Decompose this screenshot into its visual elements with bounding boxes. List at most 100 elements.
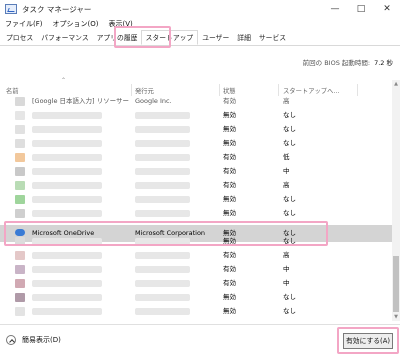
row-impact: なし <box>283 139 296 147</box>
startup-row[interactable]: 有効 低 <box>0 151 392 164</box>
task-manager-icon <box>5 4 17 14</box>
startup-row[interactable]: 有効 中 <box>0 277 392 290</box>
row-impact: 高 <box>283 97 290 105</box>
redacted-text <box>32 294 102 301</box>
startup-row[interactable]: [Google 日本語入力] リソーサー Google Inc. 有効 高 <box>0 95 392 108</box>
row-status: 無効 <box>223 293 236 301</box>
startup-row[interactable]: 有効 高 <box>0 179 392 192</box>
redacted-text <box>135 280 190 287</box>
redacted-text <box>135 210 190 217</box>
onedrive-row-highlight <box>4 221 328 246</box>
column-status[interactable]: 状態 <box>223 86 236 95</box>
row-name: [Google 日本語入力] リソーサー <box>32 97 129 105</box>
minimize-icon[interactable]: — <box>322 0 348 18</box>
redacted-text <box>32 168 102 175</box>
row-impact: なし <box>283 111 296 119</box>
row-status: 有効 <box>223 181 236 189</box>
redacted-text <box>135 308 190 315</box>
row-status: 無効 <box>223 111 236 119</box>
startup-row[interactable]: 無効 なし <box>0 193 392 206</box>
redacted-text <box>32 182 102 189</box>
column-name[interactable]: 名前 <box>6 86 19 95</box>
startup-tab-highlight <box>114 26 171 48</box>
row-status: 無効 <box>223 195 236 203</box>
redacted-text <box>135 112 190 119</box>
enable-button-highlight <box>337 327 399 354</box>
redacted-text <box>32 126 102 133</box>
app-icon <box>15 307 25 316</box>
redacted-text <box>32 112 102 119</box>
sort-ascending-icon: ⌃ <box>61 77 67 84</box>
row-status: 有効 <box>223 167 236 175</box>
startup-row[interactable]: 無効 なし <box>0 305 392 318</box>
row-impact: なし <box>283 307 296 315</box>
redacted-text <box>32 154 102 161</box>
row-status: 無効 <box>223 139 236 147</box>
app-icon <box>15 293 25 302</box>
startup-row[interactable]: 無効 なし <box>0 207 392 220</box>
row-status: 無効 <box>223 125 236 133</box>
row-status: 有効 <box>223 265 236 273</box>
row-impact: 高 <box>283 181 290 189</box>
app-icon <box>15 195 25 204</box>
row-impact: 低 <box>283 153 290 161</box>
row-impact: 中 <box>283 167 290 175</box>
column-startup-impact[interactable]: スタートアップへ... <box>283 86 339 95</box>
startup-row[interactable]: 有効 中 <box>0 263 392 276</box>
redacted-text <box>32 266 102 273</box>
vertical-scrollbar[interactable]: ▲ ▼ <box>392 80 400 321</box>
row-impact: なし <box>283 125 296 133</box>
app-icon <box>15 209 25 218</box>
app-icon <box>15 279 25 288</box>
row-publisher: Google Inc. <box>135 97 172 105</box>
row-status: 有効 <box>223 153 236 161</box>
app-icon <box>15 139 25 148</box>
row-impact: 高 <box>283 251 290 259</box>
window-controls: — □ ✕ <box>322 0 400 18</box>
startup-row[interactable]: 有効 高 <box>0 249 392 262</box>
redacted-text <box>32 252 102 259</box>
row-status: 無効 <box>223 209 236 217</box>
row-impact: 中 <box>283 265 290 273</box>
startup-row[interactable]: 無効 なし <box>0 123 392 136</box>
close-icon[interactable]: ✕ <box>374 0 400 18</box>
row-impact: なし <box>283 293 296 301</box>
app-icon <box>15 97 25 106</box>
title-bar: タスク マネージャー — □ ✕ <box>0 0 400 18</box>
tab-services[interactable]: サービス <box>255 32 290 45</box>
menu-file[interactable]: ファイル(F) <box>0 18 48 30</box>
tab-bar: プロセス パフォーマンス アプリの履歴 スタートアップ ユーザー 詳細 サービス <box>0 30 400 46</box>
startup-row[interactable]: 有効 中 <box>0 165 392 178</box>
tab-processes[interactable]: プロセス <box>2 32 37 45</box>
maximize-icon[interactable]: □ <box>348 0 374 18</box>
redacted-text <box>135 294 190 301</box>
row-status: 有効 <box>223 279 236 287</box>
row-status: 有効 <box>223 251 236 259</box>
tab-users[interactable]: ユーザー <box>198 32 233 45</box>
row-impact: 中 <box>283 279 290 287</box>
bios-time-label: 前回の BIOS 起動時間: <box>302 59 371 67</box>
startup-row[interactable]: 無効 なし <box>0 137 392 150</box>
row-status: 有効 <box>223 97 236 105</box>
startup-row[interactable]: 無効 なし <box>0 109 392 122</box>
redacted-text <box>135 252 190 259</box>
redacted-text <box>135 140 190 147</box>
scroll-down-icon[interactable]: ▼ <box>392 313 400 321</box>
less-details-button[interactable]: 簡易表示(D) <box>6 335 61 345</box>
redacted-text <box>32 308 102 315</box>
scrollbar-thumb[interactable] <box>393 256 399 312</box>
tab-details[interactable]: 詳細 <box>233 32 255 45</box>
redacted-text <box>135 126 190 133</box>
row-impact: なし <box>283 209 296 217</box>
tab-performance[interactable]: パフォーマンス <box>37 32 92 45</box>
scroll-up-icon[interactable]: ▲ <box>392 80 400 88</box>
chevron-up-circle-icon <box>6 335 16 345</box>
app-icon <box>15 251 25 260</box>
startup-row[interactable]: 無効 なし <box>0 291 392 304</box>
bios-time: 前回の BIOS 起動時間: 7.2 秒 <box>303 57 393 67</box>
menu-options[interactable]: オプション(O) <box>48 18 104 30</box>
app-icon <box>15 125 25 134</box>
row-status: 無効 <box>223 307 236 315</box>
app-icon <box>15 265 25 274</box>
column-publisher[interactable]: 発行元 <box>135 86 154 95</box>
